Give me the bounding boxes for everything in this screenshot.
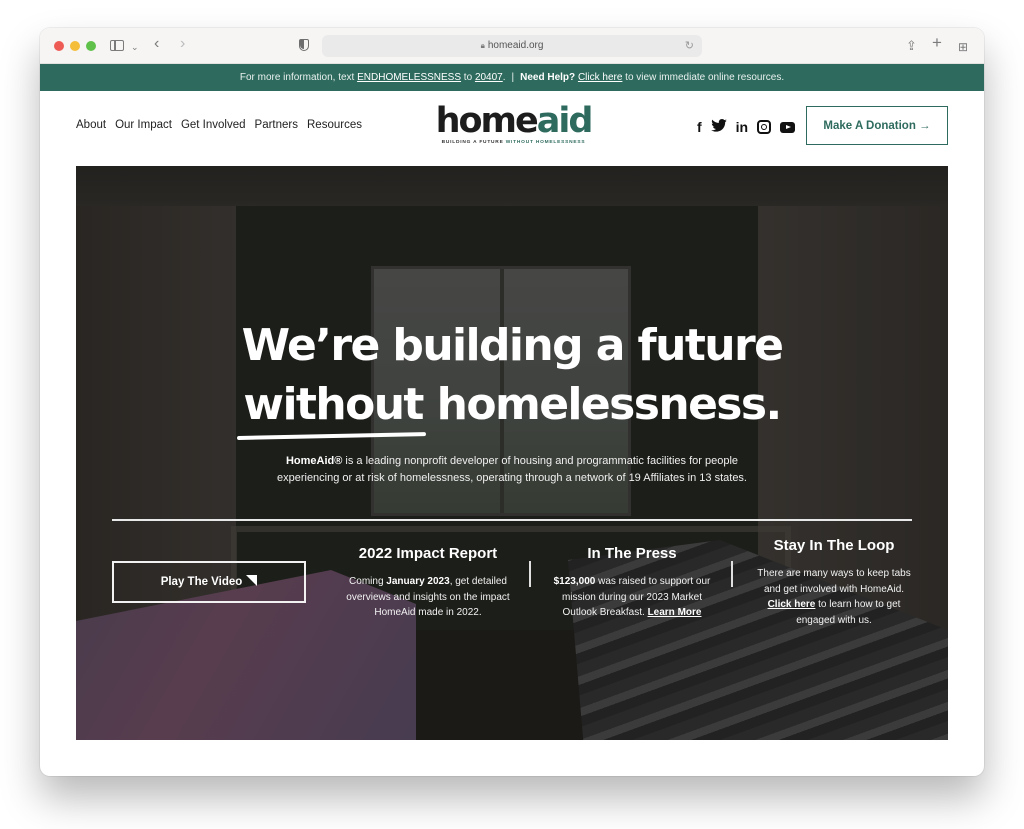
browser-window: ⌄ ‹ › 🔒︎ homeaid.org ↻ ⇪ + ⊞ For more inf… <box>40 28 984 776</box>
hero-description: HomeAid® is a leading nonprofit develope… <box>272 453 752 487</box>
announcement-period: . <box>502 72 506 83</box>
help-link[interactable]: Click here <box>578 72 622 83</box>
hero-title-line1: We’re building a future <box>241 320 784 371</box>
announcement-text: For more information, text <box>239 72 358 83</box>
click-here-link[interactable]: Click here <box>768 599 816 610</box>
browser-toolbar: ⌄ ‹ › 🔒︎ homeaid.org ↻ ⇪ + ⊞ <box>40 28 984 64</box>
hero-title-line2: homelessness. <box>422 379 783 430</box>
impact-report-text: Coming January 2023, get detailed overvi… <box>338 574 518 621</box>
hero-title: We’re building a future without homeless… <box>76 316 948 434</box>
stay-in-loop-text: There are many ways to keep tabs and get… <box>752 566 916 628</box>
hero-divider <box>112 519 912 521</box>
impact-report-title: 2022 Impact Report <box>358 545 498 562</box>
hero-section: We’re building a future without homeless… <box>76 166 948 740</box>
sidebar-toggle-icon[interactable] <box>110 40 124 51</box>
nav-resources[interactable]: Resources <box>307 119 362 131</box>
need-help-label: Need Help? <box>520 72 576 83</box>
url-text: homeaid.org <box>487 40 544 51</box>
nav-our-impact[interactable]: Our Impact <box>115 119 172 131</box>
tab-overview-icon[interactable]: ⊞ <box>958 38 968 56</box>
in-the-press-text: $123,000 was raised to support our missi… <box>548 574 716 621</box>
announcement-bar: For more information, text ENDHOMELESSNE… <box>40 64 984 91</box>
learn-more-link[interactable]: Learn More <box>648 607 702 618</box>
stay-in-loop-title: Stay In The Loop <box>773 537 895 554</box>
tagline-part-b: WITHOUT HOMELESSNESS <box>505 140 586 145</box>
column-separator <box>731 561 733 587</box>
impact-report-column: 2022 Impact Report Coming January 2023, … <box>338 544 518 621</box>
in-the-press-title: In The Press <box>587 545 677 562</box>
minimize-window-button[interactable] <box>70 41 80 51</box>
facebook-icon[interactable]: f <box>697 119 702 135</box>
impact-report-pre: Coming <box>349 576 387 587</box>
site-header: About Our Impact Get Involved Partners R… <box>40 91 984 165</box>
play-icon <box>246 575 258 586</box>
hero-title-underlined: without <box>243 375 424 434</box>
in-the-press-column: In The Press $123,000 was raised to supp… <box>548 544 716 621</box>
window-controls <box>54 41 96 51</box>
tagline-part-a: BUILDING A FUTURE <box>441 140 506 145</box>
homeaid-logo[interactable]: homeaid BUILDING A FUTURE WITHOUT HOMELE… <box>431 103 596 145</box>
logo-home: home <box>435 101 539 141</box>
address-bar[interactable]: 🔒︎ homeaid.org ↻ <box>322 35 702 57</box>
back-icon[interactable]: ‹ <box>154 35 159 53</box>
close-window-button[interactable] <box>54 41 64 51</box>
lock-icon: 🔒︎ <box>480 41 485 50</box>
description-text: is a leading nonprofit developer of hous… <box>276 455 747 484</box>
privacy-shield-icon[interactable] <box>299 39 309 51</box>
play-video-label: Play The Video <box>160 576 243 588</box>
stay-in-loop-column: Stay In The Loop There are many ways to … <box>752 536 916 628</box>
logo-wordmark: homeaid <box>431 103 596 139</box>
help-suffix: to view immediate online resources. <box>622 72 785 83</box>
keyword-link[interactable]: ENDHOMELESSNESS <box>357 72 461 83</box>
make-donation-button[interactable]: Make A Donation → <box>806 106 948 145</box>
logo-aid: aid <box>536 101 594 141</box>
logo-tagline: BUILDING A FUTURE WITHOUT HOMELESSNESS <box>431 140 596 145</box>
loop-pre: There are many ways to keep tabs and get… <box>757 568 911 595</box>
linkedin-icon[interactable]: in <box>736 119 748 135</box>
chevron-down-icon[interactable]: ⌄ <box>131 38 139 56</box>
zoom-window-button[interactable] <box>86 41 96 51</box>
youtube-icon[interactable] <box>780 121 796 133</box>
column-separator <box>529 561 531 587</box>
impact-report-date: January 2023 <box>386 576 450 587</box>
main-nav: About Our Impact Get Involved Partners R… <box>76 119 362 131</box>
number-link[interactable]: 20407 <box>475 72 503 83</box>
twitter-icon[interactable] <box>710 119 727 135</box>
play-video-button[interactable]: Play The Video <box>112 561 306 603</box>
new-tab-icon[interactable]: + <box>932 34 942 52</box>
nav-get-involved[interactable]: Get Involved <box>181 119 246 131</box>
announcement-separator: | <box>511 72 515 83</box>
share-icon[interactable]: ⇪ <box>906 37 917 55</box>
nav-partners[interactable]: Partners <box>255 119 298 131</box>
forward-icon[interactable]: › <box>180 35 185 53</box>
instagram-icon[interactable] <box>757 120 772 134</box>
reload-icon[interactable]: ↻ <box>685 35 694 57</box>
brand-name: HomeAid® <box>285 455 343 467</box>
press-amount: $123,000 <box>553 576 596 587</box>
social-links: f in <box>697 119 796 135</box>
nav-about[interactable]: About <box>76 119 106 131</box>
announcement-to: to <box>461 72 475 83</box>
